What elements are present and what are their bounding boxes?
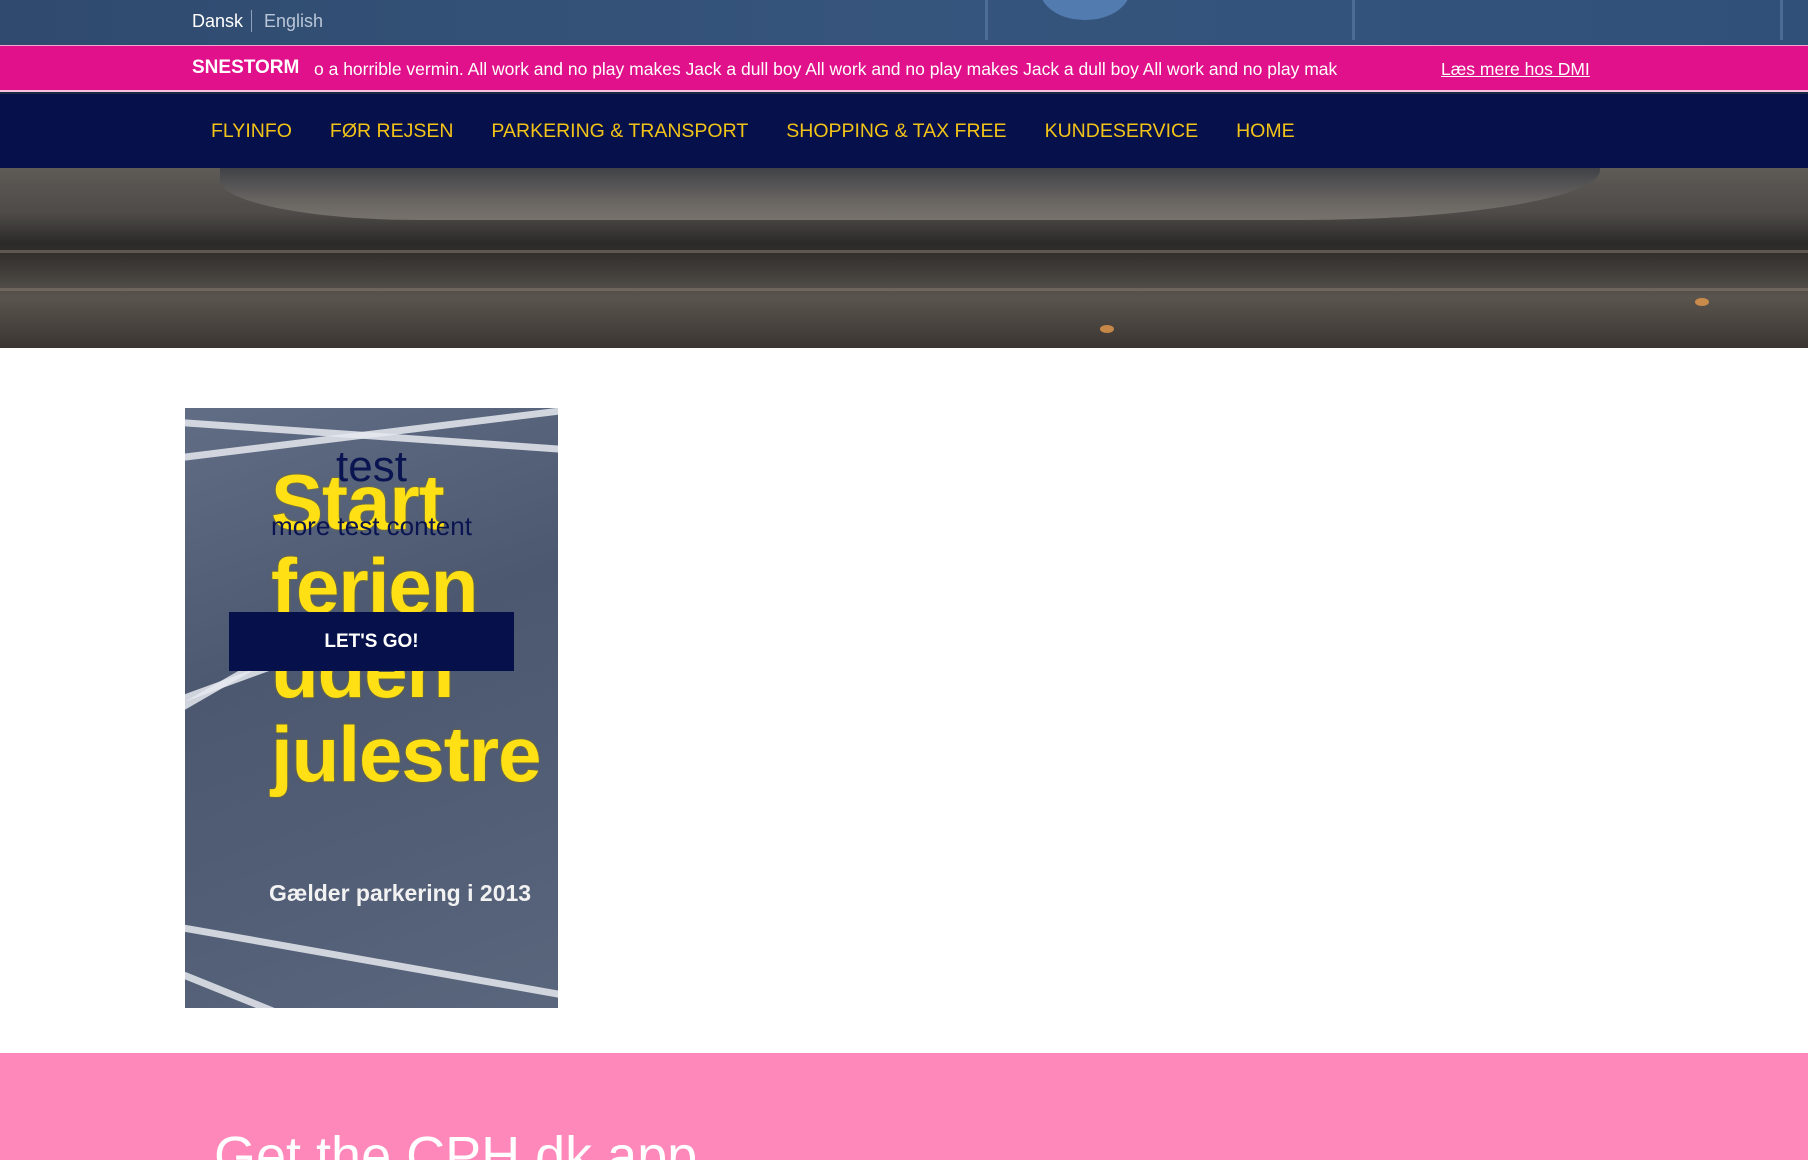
nav-item-shopping-tax-free[interactable]: SHOPPING & TAX FREE xyxy=(767,120,1025,143)
alert-read-more-link[interactable]: Læs mere hos DMI xyxy=(1441,59,1590,80)
promo-card: Start ferien uden julestre Gælder parker… xyxy=(185,408,558,1008)
lets-go-button[interactable]: LET'S GO! xyxy=(229,612,514,671)
app-promo-band: Get the CPH.dk app xyxy=(0,1053,1808,1160)
app-promo-title: Get the CPH.dk app xyxy=(214,1126,698,1160)
parking-stripe xyxy=(185,923,558,1003)
hero-sky-decoration xyxy=(1040,0,1130,20)
nav-item-parkering-transport[interactable]: PARKERING & TRANSPORT xyxy=(472,120,767,143)
parking-stripe xyxy=(185,968,455,1008)
nav-item-flyinfo[interactable]: FLYINFO xyxy=(192,120,311,143)
runway-line xyxy=(0,250,1808,253)
runway-line xyxy=(0,288,1808,291)
alert-ticker: o a horrible vermin. All work and no pla… xyxy=(314,59,1338,79)
promo-image-caption: Gælder parkering i 2013 xyxy=(269,880,532,906)
language-english[interactable]: English xyxy=(264,11,323,32)
hero-pole xyxy=(1780,0,1783,40)
hero-pole xyxy=(985,0,988,40)
language-separator xyxy=(251,10,253,32)
hero-airplane-image xyxy=(0,168,1808,348)
alert-bar: SNESTORM o a horrible vermin. All work a… xyxy=(0,45,1808,92)
nav-item-for-rejsen[interactable]: FØR REJSEN xyxy=(311,120,473,143)
language-switcher: Dansk English xyxy=(192,8,323,34)
promo-image-line: julestre xyxy=(271,710,541,798)
promo-card-text: more test content xyxy=(271,511,472,541)
promo-card-title: test xyxy=(336,442,407,491)
nav-item-home[interactable]: HOME xyxy=(1217,120,1314,143)
language-dansk[interactable]: Dansk xyxy=(192,11,243,32)
airplane-shape xyxy=(220,168,1600,220)
runway-light xyxy=(1100,325,1114,333)
main-navigation: FLYINFO FØR REJSEN PARKERING & TRANSPORT… xyxy=(0,94,1808,168)
hero-pole xyxy=(1352,0,1355,40)
runway-light xyxy=(1695,298,1709,306)
alert-title: SNESTORM xyxy=(192,57,300,78)
nav-item-kundeservice[interactable]: KUNDESERVICE xyxy=(1026,120,1218,143)
